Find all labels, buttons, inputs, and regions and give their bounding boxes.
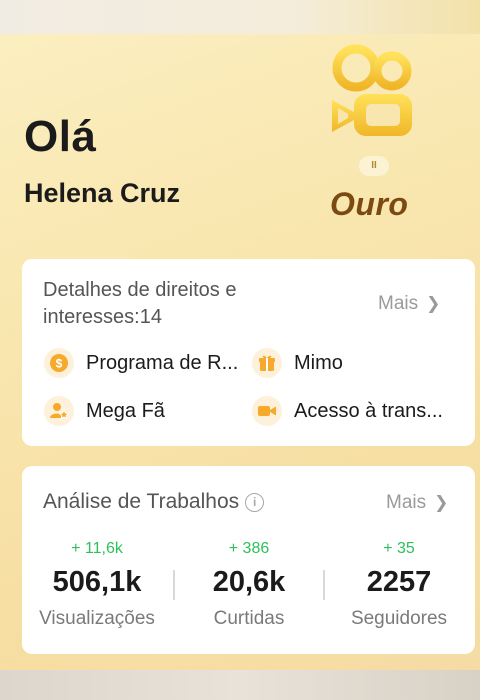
rights-more-link[interactable]: Mais ❯ (378, 293, 440, 315)
stat-followers[interactable]: + 35 2257 Seguidores (324, 540, 474, 630)
stat-value: 2257 (366, 566, 432, 598)
svg-text:$: $ (56, 357, 63, 371)
chevron-right-icon: ❯ (434, 493, 449, 512)
rights-card: Detalhes de direitos e interesses:14 Mai… (22, 259, 475, 446)
kwai-gold-logo-icon (332, 44, 412, 136)
works-title-row: Análise de Trabalhos i (43, 490, 265, 514)
stat-likes[interactable]: + 386 20,6k Curtidas (174, 540, 324, 630)
status-bar-area (0, 0, 480, 34)
right-item-live-access[interactable]: Acesso à trans... (252, 396, 443, 426)
stat-value: 20,6k (212, 566, 286, 598)
video-camera-icon (252, 396, 282, 426)
username: Helena Cruz (24, 178, 181, 208)
greeting-title: Olá (24, 112, 97, 161)
right-item-fan[interactable]: Mega Fã (44, 396, 165, 426)
works-card: Análise de Trabalhos i Mais ❯ + 11,6k 506… (22, 466, 475, 654)
stat-label: Seguidores (350, 608, 448, 629)
level-marker: II (359, 156, 389, 176)
stat-delta: + 11,6k (71, 540, 123, 557)
right-item-label: Acesso à trans... (294, 399, 443, 422)
rights-more-label: Mais (378, 293, 419, 314)
chevron-right-icon: ❯ (426, 294, 441, 313)
tier-label: Ouro (330, 186, 409, 222)
info-icon[interactable]: i (245, 492, 265, 512)
stat-delta: + 386 (228, 540, 270, 557)
right-item-label: Programa de R... (86, 351, 239, 374)
stat-delta: + 35 (383, 540, 415, 557)
works-title: Análise de Trabalhos (43, 490, 240, 513)
gift-icon (252, 348, 282, 378)
right-item-label: Mega Fã (86, 399, 165, 422)
right-item-label: Mimo (294, 351, 343, 374)
stat-views[interactable]: + 11,6k 506,1k Visualizações (22, 540, 172, 630)
right-item-gift[interactable]: Mimo (252, 348, 343, 378)
rights-title: Detalhes de direitos e interesses:14 (43, 279, 237, 328)
works-more-label: Mais (386, 492, 427, 513)
stat-label: Visualizações (39, 608, 155, 629)
works-more-link[interactable]: Mais ❯ (386, 492, 448, 514)
membership-badge[interactable]: II Ouro (326, 40, 422, 230)
coin-icon: $ (44, 348, 74, 378)
stat-value: 506,1k (52, 566, 142, 598)
fan-icon (44, 396, 74, 426)
right-item-program[interactable]: $ Programa de R... (44, 348, 238, 378)
stat-label: Curtidas (213, 608, 285, 629)
bottom-bar-area (0, 670, 480, 700)
